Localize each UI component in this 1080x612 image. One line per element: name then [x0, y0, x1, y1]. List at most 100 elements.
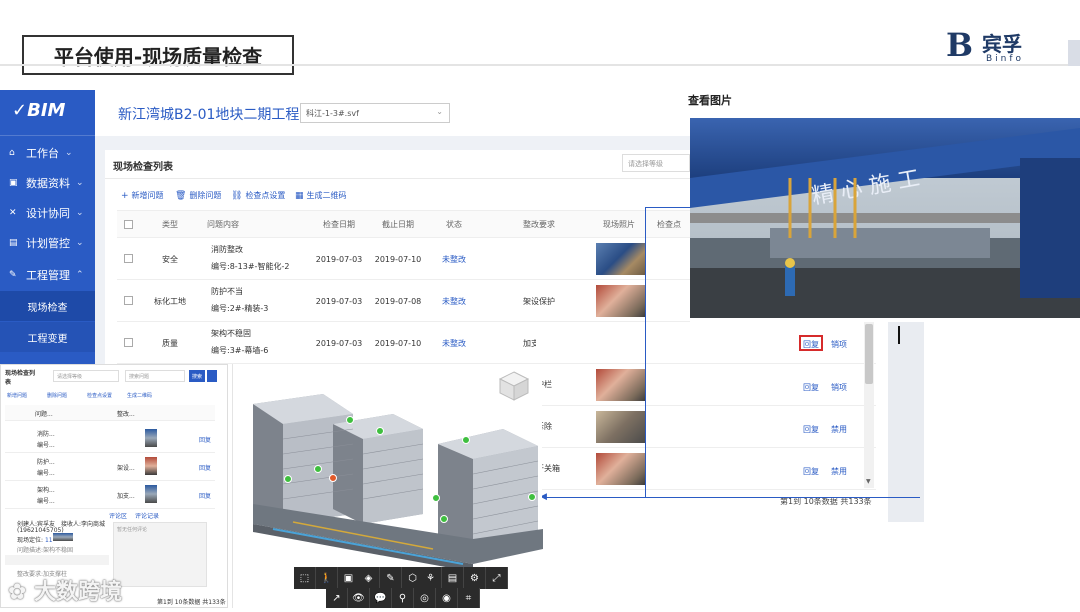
view-cube-icon [498, 371, 530, 401]
target-icon[interactable]: ◎ [414, 588, 436, 608]
mini-search-input[interactable]: 搜索问题 [125, 370, 185, 382]
comment-icon[interactable]: 💬 [370, 588, 392, 608]
reply-link[interactable]: 回复 [803, 466, 819, 477]
binfo-logo: B 宾孚 Binfo [946, 26, 1046, 68]
issue-marker[interactable] [440, 515, 448, 523]
site-photo-thumbnail[interactable] [596, 453, 646, 485]
mini-delete-issue[interactable]: 删除问题 [47, 392, 67, 399]
sidebar-item-engineering[interactable]: ✎ 工程管理 ⌃ [0, 260, 95, 290]
mini-tab-comment[interactable]: 评论区 [109, 511, 127, 520]
row-checkbox[interactable] [124, 254, 133, 263]
reply-link[interactable]: 回复 [803, 382, 819, 393]
brand-text: BIM [27, 100, 66, 121]
select-all-checkbox[interactable] [124, 220, 133, 229]
mini-location-count[interactable]: 11 [45, 537, 53, 544]
mini-generate-qrcode[interactable]: 生成二维码 [127, 392, 152, 399]
tools-icon: ✕ [9, 208, 17, 218]
mini-comment-box[interactable]: 暂无任何评论 [113, 522, 207, 587]
mini-edit-icon[interactable] [207, 370, 217, 382]
eye-icon[interactable]: 👁 [348, 588, 370, 608]
fullscreen-icon[interactable]: ⤢ [486, 567, 508, 589]
table-row[interactable]: 安全 消防整改 编号:8-13#-智能化-2 2019-07-03 2019-07… [117, 238, 690, 280]
mini-table-row[interactable]: 防护... 编号... 架设... 回复 [5, 453, 215, 481]
close-item-link[interactable]: 销项 [831, 382, 847, 393]
camera-icon[interactable]: ▣ [338, 567, 360, 589]
tool-label: 新增问题 [131, 191, 164, 200]
visibility-icon[interactable]: ◉ [436, 588, 458, 608]
site-photo-thumbnail[interactable] [596, 411, 646, 443]
orbit-icon[interactable]: ⬚ [294, 567, 316, 589]
mini-issue: 防护... [37, 459, 55, 466]
generate-qrcode-button[interactable]: ▦ 生成二维码 [295, 190, 347, 201]
row-status[interactable]: 未整改 [429, 238, 479, 280]
scroll-down-icon[interactable]: ▼ [866, 478, 871, 485]
table-row[interactable]: 开关箱 回复 禁用 [536, 448, 876, 490]
issue-marker[interactable] [376, 427, 384, 435]
mini-table-row[interactable]: 消防... 编号... 回复 [5, 425, 215, 453]
disable-link[interactable]: 禁用 [831, 424, 847, 435]
level-select[interactable]: 请选择等级 [622, 154, 690, 172]
checkpoint-settings-button[interactable]: ⛓ 检查点设置 [231, 190, 285, 201]
mini-table-row[interactable]: 架构... 编号... 加支... 回复 [5, 481, 215, 509]
model-tree-icon[interactable]: ⚘ [420, 567, 442, 589]
mini-photo-thumbnail[interactable] [145, 485, 157, 503]
table-row[interactable]: 标化工地 防护不当 编号:2#-精装-3 2019-07-03 2019-07-0… [117, 280, 690, 322]
location-pin-icon[interactable]: ⚲ [392, 588, 414, 608]
issue-marker[interactable] [284, 475, 292, 483]
mini-reply-link[interactable]: 回复 [199, 463, 211, 472]
properties-icon[interactable]: ▤ [442, 567, 464, 589]
mini-search-button[interactable]: 搜索 [189, 370, 205, 382]
add-issue-button[interactable]: + 新增问题 [121, 190, 164, 201]
site-photo-thumbnail[interactable] [596, 285, 646, 317]
reply-link[interactable]: 回复 [803, 339, 819, 350]
issue-marker[interactable] [528, 493, 536, 501]
row-status[interactable]: 未整改 [429, 322, 479, 364]
sidebar-item-workbench[interactable]: ⌂ 工作台 ⌄ [0, 138, 95, 168]
sidebar-item-plan[interactable]: ▤ 计划管控 ⌄ [0, 228, 95, 258]
mini-reply-link[interactable]: 回复 [199, 435, 211, 444]
close-item-link[interactable]: 销项 [831, 339, 847, 350]
row-checkbox[interactable] [124, 338, 133, 347]
row-check-date: 2019-07-03 [315, 296, 363, 306]
qrcode-icon: ▦ [295, 190, 304, 201]
table-scrollbar-thumb[interactable] [865, 324, 873, 384]
table-row[interactable]: 拆除 回复 禁用 [536, 406, 876, 448]
mini-add-issue[interactable]: 新增问题 [7, 392, 27, 399]
model-file-select[interactable]: 科江-1-3#.svf ⌄ [300, 103, 450, 123]
mini-photo-thumbnail[interactable] [145, 429, 157, 447]
sidebar-item-design[interactable]: ✕ 设计协同 ⌄ [0, 198, 95, 228]
table-row[interactable]: 回复 销项 [536, 322, 876, 364]
sidebar-subitem-site-inspection[interactable]: 现场检查 [0, 291, 95, 321]
issue-marker[interactable] [462, 436, 470, 444]
mini-checkpoint-settings[interactable]: 检查点设置 [87, 392, 112, 399]
mini-level-select[interactable]: 请选择等级 [53, 370, 119, 382]
reply-link[interactable]: 回复 [803, 424, 819, 435]
section-icon[interactable]: ◈ [358, 567, 380, 589]
site-photo-large[interactable]: 精 心 施 工 [690, 118, 1080, 318]
issue-marker[interactable] [346, 416, 354, 424]
site-photo-thumbnail[interactable] [596, 243, 646, 275]
row-checkbox[interactable] [124, 296, 133, 305]
share-icon[interactable]: ↗ [326, 588, 348, 608]
issue-marker[interactable] [314, 465, 322, 473]
issue-marker[interactable] [432, 494, 440, 502]
first-person-icon[interactable]: 🚶 [316, 567, 338, 589]
sidebar-subitem-change[interactable]: 工程变更 [0, 322, 95, 352]
measure-icon[interactable]: ✎ [380, 567, 402, 589]
brand-logo[interactable]: ✓BIM [12, 100, 65, 121]
crop-icon[interactable]: ⌗ [458, 588, 480, 608]
issue-marker-selected[interactable] [329, 474, 337, 482]
view-cube[interactable] [498, 370, 530, 402]
mini-location-thumbnail[interactable] [53, 533, 73, 541]
disable-link[interactable]: 禁用 [831, 466, 847, 477]
site-photo-thumbnail[interactable] [596, 369, 646, 401]
mini-reply-link[interactable]: 回复 [199, 491, 211, 500]
mini-photo-thumbnail[interactable] [145, 457, 157, 475]
table-row[interactable]: 护栏 回复 销项 [536, 364, 876, 406]
sidebar-item-data[interactable]: ▣ 数据资料 ⌄ [0, 168, 95, 198]
gear-icon[interactable]: ⚙ [464, 567, 486, 589]
delete-issue-button[interactable]: 🗑 删除问题 [175, 190, 221, 201]
mini-tab-record[interactable]: 评论记录 [135, 511, 159, 520]
row-status[interactable]: 未整改 [429, 280, 479, 322]
wrench-icon: ✎ [9, 270, 17, 280]
